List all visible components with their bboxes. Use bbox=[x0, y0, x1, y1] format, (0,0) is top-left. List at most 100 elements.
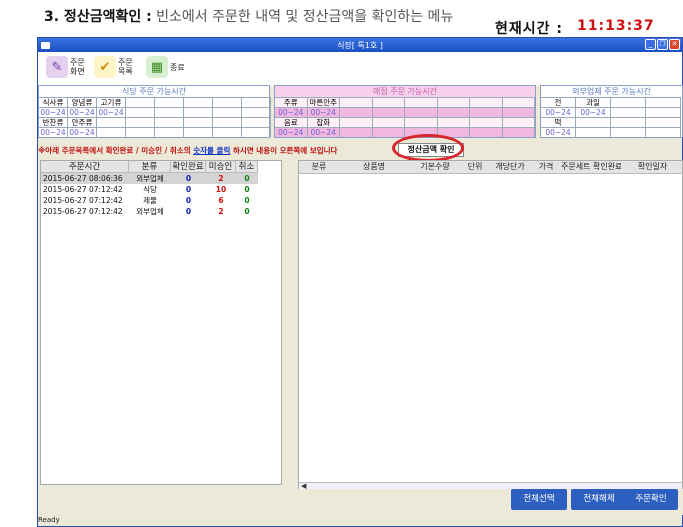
order-screen-icon: ✎ bbox=[46, 56, 68, 78]
hours-cell bbox=[126, 117, 155, 127]
order-list-button[interactable]: ✔ 주문 목록 bbox=[94, 56, 133, 78]
notice-text: ※아래 주문목록에서 확인완료 / 미승인 / 취소의 숫자를 클릭 하시면 내… bbox=[38, 146, 338, 155]
column-header[interactable]: 상품명 bbox=[339, 161, 409, 173]
hours-time bbox=[97, 127, 126, 137]
hours-time bbox=[242, 107, 271, 117]
column-header[interactable]: 취소 bbox=[236, 161, 258, 173]
hours-time bbox=[470, 127, 503, 137]
hours-cell bbox=[242, 97, 271, 107]
hours-cell bbox=[576, 117, 611, 127]
hours-cell: 잡화 bbox=[307, 117, 340, 127]
column-header[interactable]: 개당단가 bbox=[489, 161, 531, 173]
hours-cell bbox=[155, 97, 184, 107]
hours-cell bbox=[646, 117, 681, 127]
hours-cell bbox=[340, 117, 373, 127]
hours-time: 00~24 bbox=[68, 127, 97, 137]
hours-time: 00~24 bbox=[39, 127, 68, 137]
exit-button[interactable]: ▦ 종료 bbox=[146, 56, 185, 78]
hours-cell bbox=[213, 97, 242, 107]
hours-time bbox=[155, 107, 184, 117]
table-row[interactable]: 2015-06-27 08:06:36 외부업체 0 2 0 bbox=[41, 173, 281, 184]
hours-cell: 주류 bbox=[275, 97, 308, 107]
column-header[interactable]: 분류 bbox=[129, 161, 171, 173]
close-icon[interactable]: ✕ bbox=[669, 39, 680, 50]
column-header[interactable]: 확인완료 bbox=[171, 161, 206, 173]
restore-icon[interactable]: ❐ bbox=[657, 39, 668, 50]
hours-cell bbox=[155, 117, 184, 127]
hours-time bbox=[184, 107, 213, 117]
column-header[interactable]: 가격 bbox=[531, 161, 561, 173]
restaurant-hours-panel: 식당 주문 가능시간 식사류 양념류 고기류 00~24 00~24 00~24… bbox=[38, 85, 271, 138]
table-header: 분류 상품명 기본수량 단위 개당단가 가격 주문세트 확인완료 확인일자 bbox=[299, 161, 682, 174]
hours-time bbox=[502, 127, 535, 137]
column-header[interactable]: 주문시간 bbox=[41, 161, 129, 173]
hours-time bbox=[576, 127, 611, 137]
hours-time: 00~24 bbox=[39, 107, 68, 117]
hours-time bbox=[155, 127, 184, 137]
hours-time bbox=[646, 127, 681, 137]
table-header: 주문시간 분류 확인완료 미승인 취소 bbox=[41, 161, 281, 173]
hours-time bbox=[646, 107, 681, 117]
column-header[interactable]: 확인일자 bbox=[621, 161, 682, 173]
hours-cell: 마른안주 bbox=[307, 97, 340, 107]
hours-time: 00~24 bbox=[307, 107, 340, 117]
select-all-button[interactable]: 전체선택 bbox=[511, 489, 567, 510]
hours-cell bbox=[340, 97, 373, 107]
hours-time bbox=[405, 107, 438, 117]
hours-cell: 안주류 bbox=[68, 117, 97, 127]
table-row[interactable]: 2015-06-27 07:12:42 외부업체 0 2 0 bbox=[41, 206, 281, 217]
hours-cell bbox=[502, 117, 535, 127]
window-title: 식장[ 특1호 ] bbox=[337, 41, 383, 50]
order-screen-button[interactable]: ✎ 주문 화면 bbox=[46, 56, 85, 78]
hours-cell bbox=[470, 117, 503, 127]
column-header[interactable]: 주문세트 확인완료 bbox=[561, 161, 621, 173]
shop-hours-panel: 매점 주문 가능시간 주류 마른안주 00~24 00~24 음료 잡화 00~… bbox=[274, 85, 536, 138]
hours-cell bbox=[405, 117, 438, 127]
column-header[interactable]: 단위 bbox=[461, 161, 489, 173]
heading-description: 빈소에서 주문한 내역 및 정산금액을 확인하는 메뉴 bbox=[156, 9, 454, 25]
hours-cell bbox=[97, 117, 126, 127]
hours-time bbox=[437, 107, 470, 117]
order-list-table: 주문시간 분류 확인완료 미승인 취소 2015-06-27 08:06:36 … bbox=[40, 160, 282, 485]
hours-cell bbox=[184, 97, 213, 107]
notice-link: 숫자를 클릭 bbox=[193, 146, 231, 155]
status-bar: Ready bbox=[38, 516, 60, 524]
hours-cell: 반찬류 bbox=[39, 117, 68, 127]
hours-time: 00~24 bbox=[541, 107, 576, 117]
hours-time bbox=[213, 107, 242, 117]
hours-cell: 고기류 bbox=[97, 97, 126, 107]
hours-time bbox=[372, 107, 405, 117]
hours-time bbox=[502, 107, 535, 117]
column-header[interactable]: 기본수량 bbox=[409, 161, 461, 173]
hours-cell: 음료 bbox=[275, 117, 308, 127]
table-row[interactable]: 2015-06-27 07:12:42 제물 0 6 0 bbox=[41, 195, 281, 206]
hours-time bbox=[611, 107, 646, 117]
hours-time bbox=[126, 107, 155, 117]
page-heading: 3. 정산금액확인 : 빈소에서 주문한 내역 및 정산금액을 확인하는 메뉴 bbox=[44, 6, 453, 26]
vendor-hours-title: 외부업체 주문 가능시간 bbox=[572, 87, 651, 96]
clock-label: 현재시간 : bbox=[495, 21, 563, 37]
hours-cell bbox=[242, 117, 271, 127]
confirm-order-button[interactable]: 주문확인 bbox=[624, 489, 678, 510]
hours-time bbox=[184, 127, 213, 137]
order-list-icon: ✔ bbox=[94, 56, 116, 78]
order-detail-table: 분류 상품명 기본수량 단위 개당단가 가격 주문세트 확인완료 확인일자 ◀ bbox=[298, 160, 683, 491]
shop-hours-title: 매점 주문 가능시간 bbox=[275, 86, 535, 97]
minimize-icon[interactable]: _ bbox=[645, 39, 656, 50]
hours-cell bbox=[405, 97, 438, 107]
hours-cell: 식사류 bbox=[39, 97, 68, 107]
table-row[interactable]: 2015-06-27 07:12:42 식당 0 10 0 bbox=[41, 184, 281, 195]
hours-time: 00~24 bbox=[576, 107, 611, 117]
column-header[interactable]: 미승인 bbox=[206, 161, 236, 173]
hours-cell bbox=[437, 97, 470, 107]
hours-cell bbox=[611, 117, 646, 127]
hours-cell bbox=[646, 97, 681, 107]
deselect-all-button[interactable]: 전체해제 bbox=[571, 489, 627, 510]
vendor-hours-panel: 외부업체 주문 가능시간 전 과일 00~24 00~24 떡 00~24 bbox=[540, 85, 683, 138]
hours-time bbox=[611, 127, 646, 137]
hours-time bbox=[242, 127, 271, 137]
restaurant-hours-title: 식당 주문 가능시간 bbox=[122, 87, 186, 96]
hours-cell bbox=[611, 97, 646, 107]
hours-cell bbox=[184, 117, 213, 127]
column-header[interactable]: 분류 bbox=[299, 161, 339, 173]
